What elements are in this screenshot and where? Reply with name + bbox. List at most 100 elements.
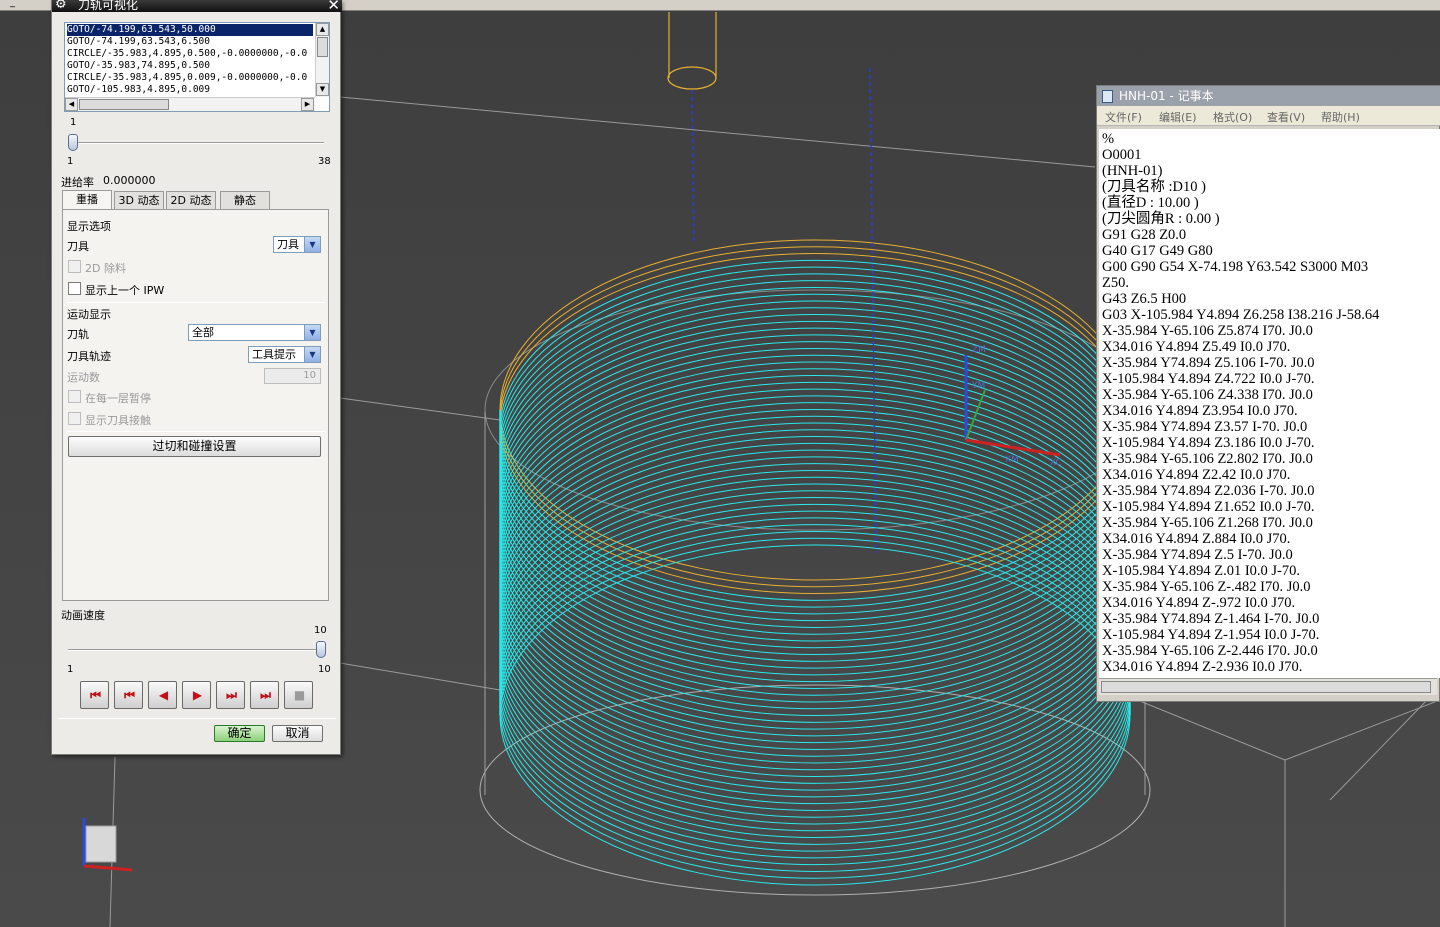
motion-display-heading: 运动显示	[67, 308, 111, 321]
scroll-thumb[interactable]	[1101, 681, 1431, 693]
fast-forward-to-end-button[interactable]: ⏭	[250, 681, 279, 709]
cl-list-horizontal-scrollbar[interactable]: ◀ ▶	[65, 97, 315, 111]
gear-icon[interactable]: ⚙	[55, 0, 67, 12]
divider	[67, 302, 325, 303]
toolpath-loop	[499, 320, 1131, 662]
nc-code-line: %	[1102, 131, 1115, 147]
stop-button[interactable]: ■	[284, 681, 313, 709]
tab-replay[interactable]: 重播	[62, 190, 112, 210]
toolpath-loop	[499, 517, 1131, 859]
remove-2d-checkbox[interactable]	[68, 260, 81, 273]
nc-code-line: X-35.984 Y-65.106 Z1.268 I70. J0.0	[1102, 515, 1313, 531]
menu-format[interactable]: 格式(O)	[1213, 109, 1252, 125]
cl-list-item[interactable]: GOTO/-105.983,4.895,0.009	[67, 84, 313, 96]
tab-2d-dynamic[interactable]: 2D 动态	[166, 191, 216, 210]
tab-static[interactable]: 静态	[220, 191, 270, 210]
nc-code-line: X-105.984 Y4.894 Z.01 I0.0 J-70.	[1102, 563, 1301, 579]
notepad-titlebar[interactable]: HNH-01 - 记事本	[1097, 86, 1440, 106]
triad-axis-label: XM	[1005, 455, 1019, 465]
trace-value: 工具提示	[252, 348, 296, 361]
cancel-button[interactable]: 取消	[272, 725, 323, 742]
nc-code-line: X-35.984 Y-65.106 Z-.482 I70. J0.0	[1102, 579, 1311, 595]
pause-each-layer-label: 在每一层暂停	[85, 392, 151, 405]
nc-code-line: X-35.984 Y74.894 Z5.106 I-70. J0.0	[1102, 355, 1315, 371]
motion-slider-handle[interactable]	[68, 134, 78, 151]
toolpath-loop	[499, 327, 1131, 669]
divider	[67, 431, 325, 432]
scroll-thumb[interactable]	[79, 99, 169, 110]
tool-display-select[interactable]: 刀具 ▼	[273, 236, 321, 253]
toolpath-loop	[499, 429, 1131, 771]
tool-tip-ellipse	[667, 66, 717, 90]
gouge-collision-settings-button[interactable]: 过切和碰撞设置	[68, 436, 321, 457]
show-prev-ipw-checkbox[interactable]	[68, 282, 81, 295]
cl-list-item[interactable]: GOTO/-74.199,63.543,50.000	[67, 24, 313, 36]
nc-code-line: X-105.984 Y4.894 Z1.652 I0.0 J-70.	[1102, 499, 1315, 515]
toolpath-loop	[499, 456, 1131, 798]
rewind-to-start-button[interactable]: ⏮	[80, 681, 109, 709]
notepad-horizontal-scrollbar[interactable]	[1099, 678, 1437, 695]
tab-3d-dynamic[interactable]: 3D 动态	[114, 191, 164, 210]
pause-each-layer-checkbox[interactable]	[68, 390, 81, 403]
trace-select[interactable]: 工具提示 ▼	[248, 346, 321, 363]
step-back-button[interactable]: ⏮	[114, 681, 143, 709]
toolpath-loop	[499, 537, 1131, 879]
nc-code-line: X-105.984 Y4.894 Z3.186 I0.0 J-70.	[1102, 435, 1315, 451]
toolpath-loop	[499, 402, 1131, 744]
nc-code-line: X34.016 Y4.894 Z5.49 I0.0 J70.	[1102, 339, 1291, 355]
nc-code-line: X-105.984 Y4.894 Z4.722 I0.0 J-70.	[1102, 371, 1315, 387]
scroll-down-icon[interactable]: ▼	[316, 83, 329, 96]
toolpath-loop	[499, 239, 1131, 581]
triad-x-axis	[965, 438, 1061, 457]
chevron-down-icon[interactable]: ▼	[304, 325, 320, 340]
notepad-window: HNH-01 - 记事本 文件(F) 编辑(E) 格式(O) 查看(V) 帮助(…	[1096, 85, 1440, 702]
path-select[interactable]: 全部 ▼	[188, 324, 321, 341]
step-forward-button[interactable]: ⏭	[216, 681, 245, 709]
toolpath-loop	[499, 334, 1131, 676]
cl-list-item[interactable]: GOTO/-35.983,74.895,0.500	[67, 60, 313, 72]
nc-code-line: X-35.984 Y74.894 Z3.57 I-70. J0.0	[1102, 419, 1308, 435]
toolpath-loop	[499, 388, 1131, 730]
notepad-text-area[interactable]: % O0001 (HNH-01) (刀具名称 :D10 ) (直径D : 10.00 )…	[1099, 129, 1440, 678]
cl-list-vertical-scrollbar[interactable]: ▲ ▼	[315, 23, 329, 97]
menu-view[interactable]: 查看(V)	[1267, 109, 1305, 125]
cl-list-item[interactable]: CIRCLE/-35.983,4.895,0.500,-0.0000000,-0…	[67, 48, 313, 60]
scroll-up-icon[interactable]: ▲	[316, 23, 329, 36]
anim-speed-min: 1	[67, 664, 74, 675]
play-forward-button[interactable]: ▶	[182, 681, 211, 709]
nc-code-line: G43 Z6.5 H00	[1102, 291, 1187, 307]
toolpath-loop	[499, 341, 1131, 683]
toolpath-loop	[499, 293, 1131, 635]
play-reverse-button[interactable]: ◀	[148, 681, 177, 709]
stock-edge-line	[339, 397, 501, 421]
anim-speed-track[interactable]	[68, 649, 324, 651]
toolpath-loop	[499, 286, 1131, 628]
dialog-titlebar[interactable]: ⚙ 刀轨可视化 ✕	[52, 0, 342, 14]
chevron-down-icon[interactable]: ▼	[304, 347, 320, 362]
cl-list-item[interactable]: GOTO/-74.199,63.543,6.500	[67, 36, 313, 48]
motion-count-field[interactable]: 10	[264, 368, 321, 384]
menu-file[interactable]: 文件(F)	[1105, 109, 1142, 125]
toolpath-loop	[499, 530, 1131, 872]
cl-statement-list[interactable]: GOTO/-74.199,63.543,50.000 GOTO/-74.199,6…	[64, 22, 330, 112]
motion-slider-track[interactable]	[70, 142, 324, 144]
notepad-menubar: 文件(F) 编辑(E) 格式(O) 查看(V) 帮助(H)	[1097, 106, 1440, 126]
stock-edge-line	[1129, 696, 1286, 761]
scroll-left-icon[interactable]: ◀	[65, 98, 78, 111]
scroll-thumb[interactable]	[317, 37, 328, 57]
close-icon[interactable]: ✕	[327, 0, 340, 14]
menu-help[interactable]: 帮助(H)	[1321, 109, 1360, 125]
nc-code-line: G40 G17 G49 G80	[1102, 243, 1213, 259]
toolpath-loop	[499, 273, 1131, 615]
path-label: 刀轨	[67, 328, 89, 341]
anim-speed-handle[interactable]	[316, 641, 326, 658]
cl-list-item[interactable]: CIRCLE/-35.983,4.895,0.009,-0.0000000,-0…	[67, 72, 313, 84]
motion-slider-min: 1	[67, 156, 74, 167]
show-contact-checkbox[interactable]	[68, 412, 81, 425]
toolpath-loop	[499, 524, 1131, 866]
chevron-down-icon[interactable]: ▼	[304, 237, 320, 252]
menu-edit[interactable]: 编辑(E)	[1159, 109, 1197, 125]
stock-edge-line	[1284, 699, 1440, 761]
scroll-right-icon[interactable]: ▶	[301, 98, 314, 111]
ok-button[interactable]: 确定	[214, 725, 265, 742]
